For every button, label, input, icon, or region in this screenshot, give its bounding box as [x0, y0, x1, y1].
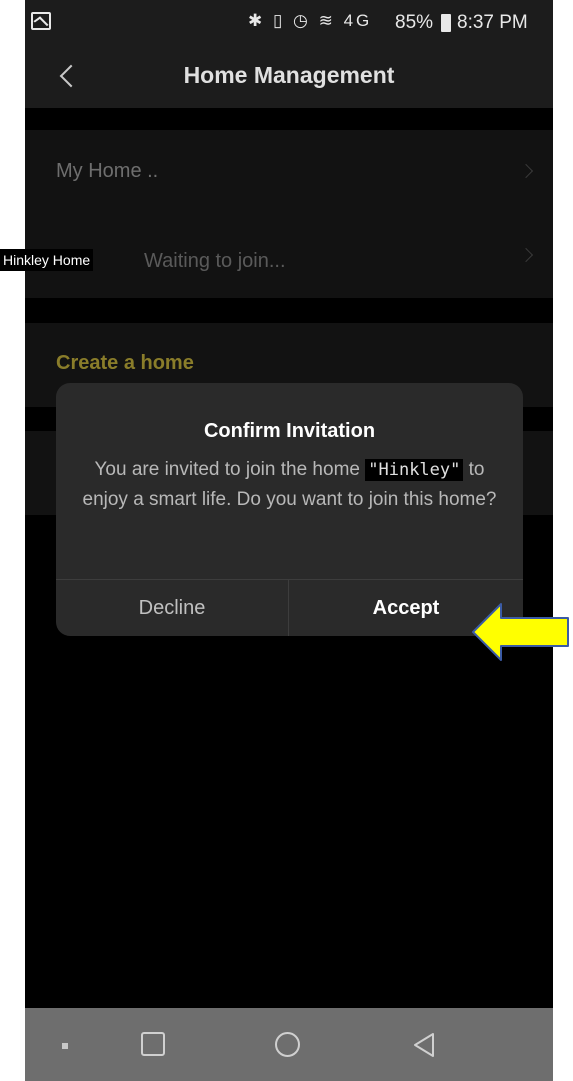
home-icon[interactable] — [275, 1032, 300, 1057]
page-title: Home Management — [183, 62, 395, 88]
list-item-my-home[interactable]: My Home .. — [25, 130, 553, 214]
section-divider — [25, 108, 553, 130]
recent-apps-icon[interactable] — [141, 1032, 165, 1056]
app-header: Home Management — [25, 46, 553, 108]
invited-home-name: "Hinkley" — [365, 459, 464, 481]
gallery-icon — [31, 12, 51, 30]
status-icons: ✱ ▯ ◷ ≋ 4G — [248, 11, 373, 30]
battery-percent: 85% — [395, 12, 434, 33]
dialog-message: You are invited to join the home "Hinkle… — [78, 455, 501, 514]
hinkley-home-tag: Hinkley Home — [0, 249, 94, 271]
navigation-bar — [25, 1008, 553, 1081]
status-time: 8:37 PM — [457, 12, 528, 33]
home-name: My Home .. — [56, 160, 159, 182]
chevron-right-icon — [518, 247, 534, 263]
battery-icon — [441, 14, 451, 32]
yellow-arrow-annotation — [472, 603, 569, 661]
section-divider — [25, 298, 553, 323]
chevron-right-icon — [518, 163, 534, 179]
phone-screen: ✱ ▯ ◷ ≋ 4G 85% 8:37 PM Home Management M… — [25, 0, 553, 1081]
homes-card: My Home .. — [25, 130, 553, 298]
back-triangle-icon[interactable] — [411, 1032, 437, 1058]
list-item-hinkley-home[interactable] — [25, 214, 553, 298]
status-bar: ✱ ▯ ◷ ≋ 4G 85% 8:37 PM — [25, 0, 553, 46]
nav-dot-icon — [62, 1043, 68, 1049]
confirm-invitation-dialog: Confirm Invitation You are invited to jo… — [56, 383, 523, 636]
create-home-button[interactable]: Create a home — [56, 352, 194, 375]
waiting-to-join-status: Waiting to join... — [144, 250, 286, 272]
decline-button[interactable]: Decline — [56, 580, 288, 636]
dialog-title: Confirm Invitation — [203, 420, 376, 442]
dialog-message-before: You are invited to join the home — [94, 459, 366, 480]
